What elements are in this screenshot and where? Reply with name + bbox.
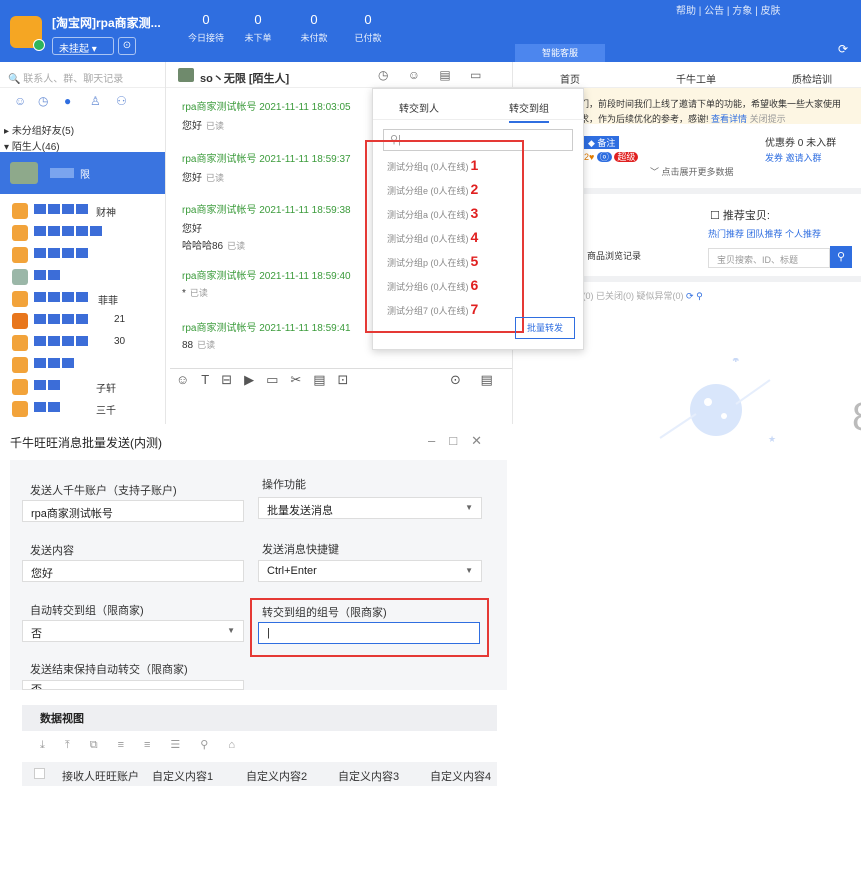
list-item[interactable]: 30: [0, 332, 165, 354]
stat-today[interactable]: 0 今日接待: [178, 12, 234, 44]
keep-auto-label: 发送结束保持自动转交（限商家): [30, 664, 188, 676]
grid-header: 接收人旺旺账户 自定义内容1 自定义内容2 自定义内容3 自定义内容4: [22, 762, 497, 786]
notice-detail-link[interactable]: 查看详情: [711, 114, 747, 124]
window-controls[interactable]: –□✕: [428, 433, 496, 449]
chat-toolbar: ☺T⊟▶▭✂▤⊡ ⊙ ▤: [170, 368, 512, 392]
data-view-tool-icons[interactable]: ⤓⤒⧉≡≡☰⚲⌂: [40, 738, 255, 752]
avatar[interactable]: [10, 16, 45, 51]
settings-icon[interactable]: ⊙: [118, 37, 136, 55]
column-header[interactable]: 自定义内容4: [430, 768, 491, 784]
chat-message: rpa商家测试帐号 2021-11-11 18:59:37 您好 已读: [182, 154, 351, 184]
contact-tabs: ☺ ◷ ● ♙ ⚇: [0, 88, 170, 114]
chat-message: rpa商家测试帐号 2021-11-11 18:59:40 * 已读: [182, 271, 351, 299]
group-strangers[interactable]: ▾ 陌生人(46): [4, 138, 164, 153]
right-tabs: 首页 千牛工单 质检培训: [512, 62, 861, 88]
notice-text: 们，前段时间我们上线了邀请下单的功能，希望收集一些大家使用 求，作为后续优化的参…: [580, 99, 842, 124]
level-badges: 2♥ ⓞ 超级: [584, 150, 639, 163]
decorative-digit: 8: [852, 395, 861, 440]
list-item[interactable]: 三千: [0, 398, 165, 420]
contact-search-input[interactable]: 🔍 联系人、群、聊天记录: [0, 62, 170, 88]
status-dropdown[interactable]: 未挂起 ▾: [52, 37, 114, 55]
batch-forward-button[interactable]: 批量转发: [515, 317, 575, 339]
recommend-title: ☐ 推荐宝贝:: [710, 210, 770, 222]
tab-transfer-person[interactable]: 转交到人: [399, 100, 439, 115]
column-header[interactable]: 自定义内容3: [338, 768, 399, 784]
search-icon[interactable]: ⚲: [830, 246, 852, 268]
select-all-checkbox[interactable]: [34, 768, 45, 779]
contact-suffix: 限: [80, 170, 90, 181]
avatar: [178, 68, 194, 82]
refresh-icon[interactable]: ⟳: [838, 42, 848, 56]
chat-message: rpa商家测试帐号 2021-11-11 18:59:41 88 已读: [182, 323, 351, 351]
goods-search-input[interactable]: 宝贝搜索、ID、标题: [708, 248, 830, 268]
chat-message: rpa商家测试帐号 2021-11-11 18:59:38 您好 哈哈哈86 已读: [182, 205, 351, 252]
group-ungrouped[interactable]: ▸ 未分组好友(5): [4, 122, 164, 137]
tab-smart-service[interactable]: 智能客服: [515, 44, 605, 62]
list-item[interactable]: [0, 266, 165, 288]
recent-icon[interactable]: ◷: [38, 94, 48, 108]
column-header[interactable]: 接收人旺旺账户: [62, 768, 139, 784]
empty-illustration: ✱ ★ ★: [659, 358, 776, 444]
chat-header: so丶无限 [陌生人] ◷ ☺ ▤ ▭ ⋯: [170, 62, 512, 96]
coupon-info: 优惠券 0 未入群 发券 邀请入群: [765, 138, 837, 164]
data-view-title: 数据视图: [40, 713, 84, 725]
hotkey-label: 发送消息快捷键: [262, 544, 339, 556]
contacts-icon[interactable]: ●: [64, 94, 71, 108]
browse-record-label: 商品浏览记录: [587, 251, 642, 261]
coupon-links[interactable]: 发券 邀请入群: [765, 151, 836, 164]
list-item[interactable]: 财神: [0, 200, 165, 222]
recommend-links[interactable]: 热门推荐 团队推荐 个人推荐: [708, 227, 821, 240]
chat-icon[interactable]: ☺: [14, 94, 26, 108]
operation-label: 操作功能: [262, 479, 306, 491]
list-item[interactable]: 菲菲: [0, 288, 165, 310]
tab-qc-training[interactable]: 质检培训: [792, 71, 832, 86]
sender-label: 发送人千牛账户（支持子账户): [30, 485, 177, 497]
auto-transfer-label: 自动转交到组（限商家): [30, 605, 144, 617]
chat-contact-name: so丶无限 [陌生人]: [200, 73, 290, 85]
data-view-header: [22, 705, 497, 731]
org-icon[interactable]: ⚇: [116, 94, 127, 108]
tab-home[interactable]: 首页: [560, 71, 580, 86]
svg-text:✱: ✱: [732, 358, 740, 364]
contact-name-blur: [50, 168, 74, 178]
hotkey-select[interactable]: Ctrl+Enter ▼: [258, 560, 482, 582]
column-header[interactable]: 自定义内容1: [152, 768, 213, 784]
keep-auto-select[interactable]: 否: [22, 680, 244, 690]
list-item[interactable]: 子轩: [0, 376, 165, 398]
notice-close-link[interactable]: 关闭提示: [750, 114, 786, 124]
quick-reply-icons[interactable]: ⊙ ▤: [450, 372, 501, 388]
remark-tag[interactable]: ◆ 备注: [584, 136, 620, 149]
stat-paid[interactable]: 0 已付款: [340, 12, 396, 44]
highlight-box: [250, 598, 489, 657]
content-field[interactable]: 您好: [22, 560, 244, 582]
avatar: [10, 162, 38, 184]
expand-more-link[interactable]: ﹀ 点击展开更多数据: [650, 165, 734, 178]
column-header[interactable]: 自定义内容2: [246, 768, 307, 784]
list-item[interactable]: 21: [0, 310, 165, 332]
auto-transfer-select[interactable]: 否 ▼: [22, 620, 244, 642]
highlight-box: [365, 140, 524, 333]
top-links[interactable]: 帮助 | 公告 | 方象 | 皮肤: [676, 2, 780, 17]
stat-unpaid[interactable]: 0 未付款: [286, 12, 342, 44]
list-item[interactable]: [0, 354, 165, 376]
divider: [165, 62, 166, 424]
group-icon[interactable]: ♙: [90, 94, 101, 108]
list-item[interactable]: [0, 244, 165, 266]
contact-selected[interactable]: 限: [0, 152, 165, 194]
operation-select[interactable]: 批量发送消息 ▼: [258, 497, 482, 519]
sender-field[interactable]: rpa商家测试帐号: [22, 500, 244, 522]
account-title: [淘宝网]rpa商家测...: [52, 16, 161, 30]
content-label: 发送内容: [30, 545, 74, 557]
status-label: 未挂起: [59, 44, 89, 55]
dialog-title: 千牛旺旺消息批量发送(内测): [10, 436, 162, 450]
stat-not-ordered[interactable]: 0 未下单: [230, 12, 286, 44]
online-status-icon: [33, 39, 45, 51]
chat-message: rpa商家测试帐号 2021-11-11 18:03:05 您好 已读: [182, 102, 351, 132]
svg-text:★: ★: [768, 434, 776, 444]
tab-qianniu-order[interactable]: 千牛工单: [676, 71, 716, 86]
list-item[interactable]: [0, 222, 165, 244]
input-tool-icons[interactable]: ☺T⊟▶▭✂▤⊡: [176, 372, 360, 388]
